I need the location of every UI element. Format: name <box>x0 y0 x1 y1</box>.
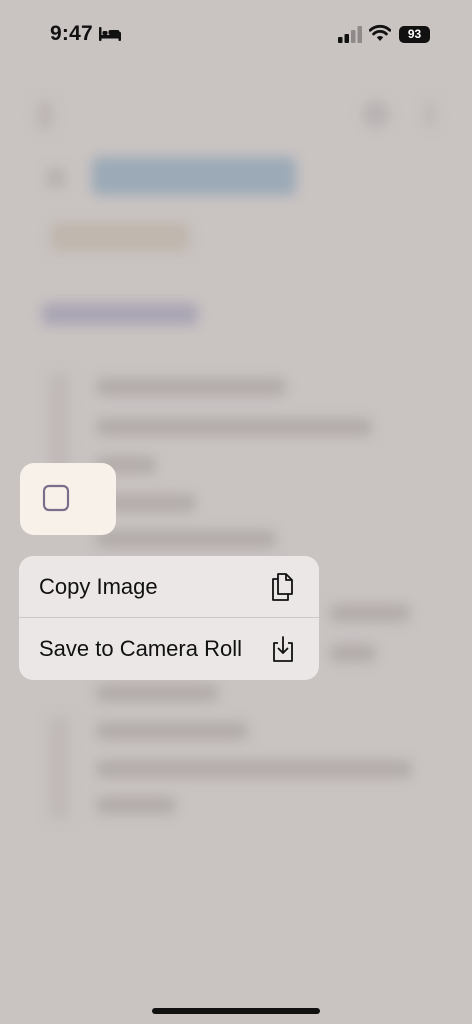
menu-item-label: Save to Camera Roll <box>39 636 242 661</box>
blurred-section-heading <box>42 303 198 325</box>
context-menu: Copy Image Save to Camera Roll <box>19 556 319 680</box>
blurred-tag <box>50 222 190 252</box>
blurred-line <box>96 760 412 778</box>
blurred-line <box>330 604 410 622</box>
battery-indicator: 93 <box>399 26 430 43</box>
blurred-page-icon <box>46 168 66 188</box>
blurred-line <box>96 418 372 436</box>
blurred-line <box>330 644 376 662</box>
checkbox-icon <box>42 484 70 512</box>
home-indicator[interactable] <box>152 1008 320 1014</box>
blurred-page-title <box>92 157 296 195</box>
status-bar: 9:47 93 <box>0 0 472 70</box>
save-download-icon <box>273 636 293 662</box>
signal-icon <box>338 26 362 43</box>
blurred-line <box>96 378 286 396</box>
blurred-line <box>96 530 276 548</box>
blurred-line <box>96 684 218 702</box>
save-to-camera-roll-menu-item[interactable]: Save to Camera Roll <box>19 618 319 680</box>
copy-image-menu-item[interactable]: Copy Image <box>19 556 319 618</box>
sleep-icon <box>99 27 121 41</box>
blurred-checkbox-column <box>48 716 70 820</box>
status-time: 9:47 <box>50 22 93 45</box>
menu-item-label: Copy Image <box>39 574 158 599</box>
wifi-icon <box>369 24 391 41</box>
blurred-line <box>96 796 176 814</box>
blurred-toolbar-control <box>362 100 390 128</box>
blurred-line <box>96 722 248 740</box>
copy-icon <box>272 573 293 601</box>
blurred-back-control <box>36 100 54 130</box>
blurred-more-control <box>424 100 436 128</box>
